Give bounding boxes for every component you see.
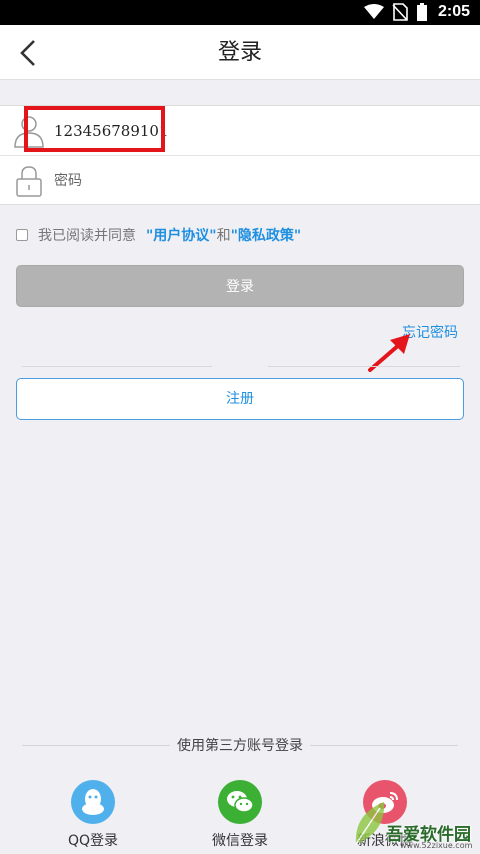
wechat-login-button[interactable]: 微信登录 <box>195 780 285 850</box>
qq-login-button[interactable]: QQ登录 <box>48 780 138 850</box>
login-button[interactable]: 登录 <box>16 265 464 307</box>
divider-line <box>310 745 458 746</box>
wechat-login-label: 微信登录 <box>212 833 268 849</box>
agreement-and: 和 <box>216 228 231 244</box>
wifi-icon <box>363 4 384 19</box>
agreement-prefix: 我已阅读并同意 <box>38 228 136 244</box>
back-arrow-icon <box>20 40 35 66</box>
app-bar: 登录 <box>0 25 480 80</box>
password-input[interactable]: 密码 <box>54 156 82 206</box>
site-watermark: 吾爱软件园 www.52zixue.com <box>346 792 476 852</box>
status-icons: 2:05 <box>363 3 470 21</box>
page-title: 登录 <box>217 40 262 65</box>
back-button[interactable] <box>8 33 48 73</box>
watermark-leaf-icon <box>355 802 385 845</box>
battery-icon <box>416 3 427 21</box>
status-bar: 2:05 <box>0 0 480 25</box>
status-time: 2:05 <box>437 3 470 20</box>
wechat-icon <box>218 780 262 824</box>
annotation-highlight-box <box>24 106 165 152</box>
register-button[interactable]: 注册 <box>16 378 464 420</box>
third-party-label-row: 使用第三方账号登录 <box>22 737 458 755</box>
annotation-arrow-icon <box>368 334 410 372</box>
no-sim-icon <box>392 3 408 21</box>
lock-icon <box>16 166 42 197</box>
password-field[interactable]: 密码 <box>0 156 480 206</box>
qq-icon <box>71 780 115 824</box>
watermark-url: www.52zixue.com <box>400 841 473 850</box>
agreement-checkbox[interactable] <box>16 229 28 241</box>
divider-left <box>22 366 212 367</box>
qq-login-label: QQ登录 <box>67 833 119 849</box>
third-party-label: 使用第三方账号登录 <box>177 738 303 754</box>
user-agreement-link[interactable]: "用户协议" <box>146 225 217 245</box>
privacy-policy-link[interactable]: "隐私政策" <box>231 225 302 245</box>
divider-right <box>268 366 460 367</box>
agreement-row: 我已阅读并同意 "用户协议" 和 "隐私政策" <box>16 224 301 246</box>
